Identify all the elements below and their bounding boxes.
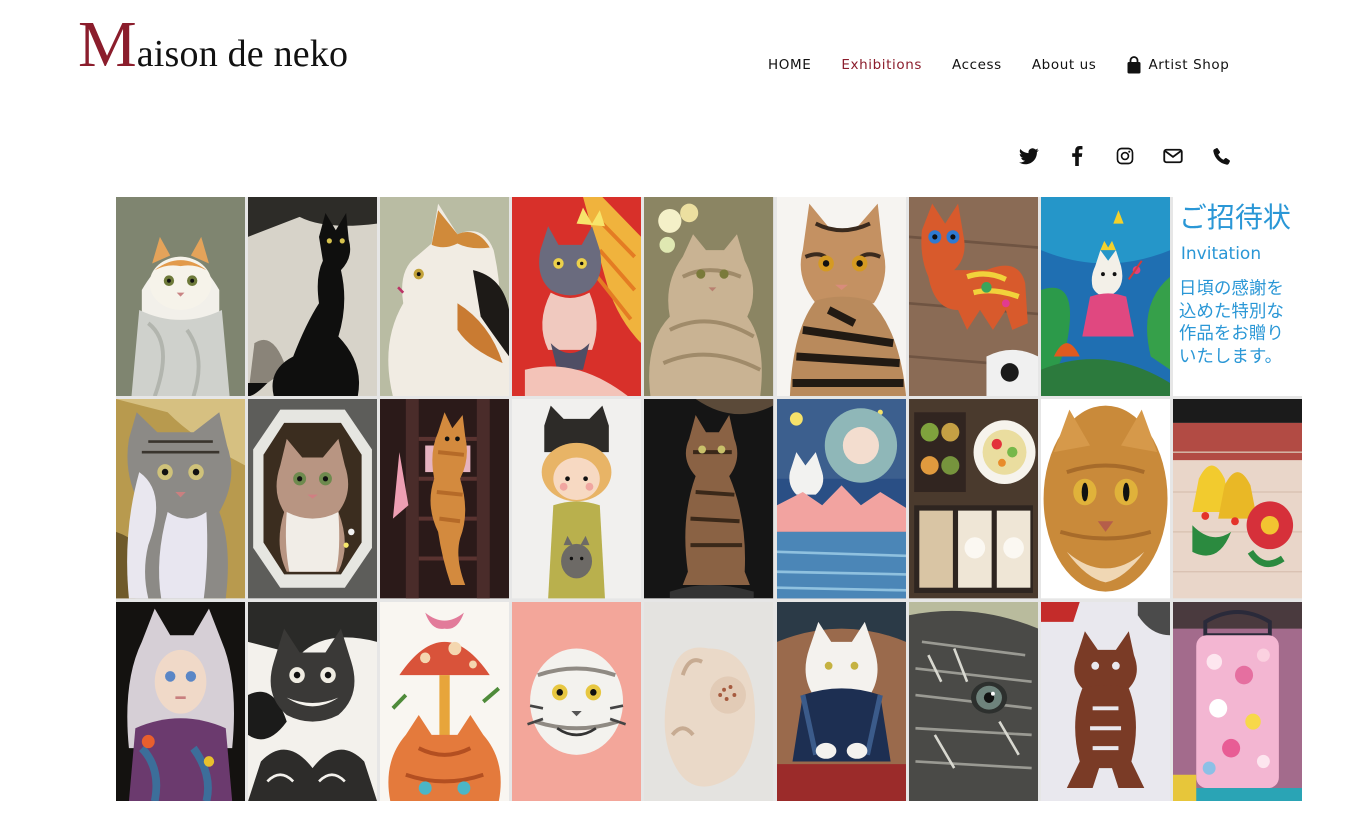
site-logo[interactable]: Maison de neko <box>78 12 348 78</box>
gallery-item-fluffy-cat[interactable] <box>644 197 774 397</box>
invitation-line: 込めた特別な <box>1178 301 1284 322</box>
logo-text: aison de neko <box>136 33 349 75</box>
calico-cat-image <box>380 197 510 397</box>
gallery-item-tabby-sculpture[interactable] <box>644 399 774 599</box>
gallery-item-clay-cat[interactable] <box>644 601 774 801</box>
gallery-item-white-cat-figurine[interactable] <box>776 601 906 801</box>
white-cat-figurine-image <box>776 601 906 801</box>
fluffy-cat-image <box>644 197 774 397</box>
nav-exhibitions[interactable]: Exhibitions <box>841 57 922 73</box>
winged-cat-image <box>512 197 642 397</box>
pallas-cat-image <box>512 601 642 801</box>
pencil-cat-image <box>908 601 1038 801</box>
shopping-bag-icon <box>1127 56 1141 74</box>
gallery-item-painted-stone[interactable] <box>1040 399 1170 599</box>
nav-about-us[interactable]: About us <box>1032 57 1097 73</box>
gallery-item-pencil-cat[interactable] <box>908 601 1038 801</box>
climbing-cat-image <box>380 399 510 599</box>
phone-icon[interactable] <box>1208 143 1234 169</box>
felt-cat-image <box>908 197 1038 397</box>
christmas-quilling-image <box>1172 399 1302 599</box>
doll-cat-ears-image <box>116 601 246 801</box>
cheshire-cat-image <box>248 601 378 801</box>
facebook-icon[interactable] <box>1064 143 1090 169</box>
social-links <box>1016 143 1234 169</box>
gallery-item-felt-cat[interactable] <box>908 197 1038 397</box>
invitation-title: ご招待状 <box>1178 201 1291 234</box>
gallery-item-doll-cat-ears[interactable] <box>116 601 246 801</box>
invitation-line: 日頃の感謝を <box>1178 278 1284 299</box>
invitation-line: いたします。 <box>1178 347 1283 368</box>
gallery-item-framed-cat[interactable] <box>248 399 378 599</box>
gallery-item-climbing-cat[interactable] <box>380 399 510 599</box>
tabby-on-gold-image <box>116 399 246 599</box>
black-cat-image <box>248 197 378 397</box>
owl-sweets-image <box>908 399 1038 599</box>
gallery-item-owl-sweets[interactable] <box>908 399 1038 599</box>
flower-lantern-image <box>1172 601 1302 801</box>
nav-home[interactable]: HOME <box>768 57 811 73</box>
tabby-sculpture-image <box>644 399 774 599</box>
gallery-item-winged-cat[interactable] <box>512 197 642 397</box>
gallery-item-cheshire-cat[interactable] <box>248 601 378 801</box>
nav-access[interactable]: Access <box>952 57 1002 73</box>
gallery-item-pallas-cat[interactable] <box>512 601 642 801</box>
gallery-item-doll-with-cat[interactable] <box>512 399 642 599</box>
gallery-item-tabby-portrait[interactable] <box>776 197 906 397</box>
doll-with-cat-image <box>512 399 642 599</box>
gallery-item-black-cat[interactable] <box>248 197 378 397</box>
invitation-card[interactable]: ご招待状 Invitation 日頃の感謝を 込めた特別な 作品をお贈り いたし… <box>1172 197 1302 397</box>
gallery-item-flower-lantern[interactable] <box>1172 601 1302 801</box>
framed-cat-image <box>248 399 378 599</box>
main-nav: HOME Exhibitions Access About us Artist … <box>768 56 1229 74</box>
nav-artist-shop[interactable]: Artist Shop <box>1126 56 1229 74</box>
gallery-item-cat-textile[interactable] <box>1040 601 1170 801</box>
invitation-line: 作品をお贈り <box>1178 324 1284 345</box>
artist-shop-label: Artist Shop <box>1148 57 1230 73</box>
logo-initial: M <box>78 8 137 81</box>
gallery-item-cat-in-scarf[interactable] <box>116 197 246 397</box>
gallery-item-batik-cat[interactable] <box>1040 197 1170 397</box>
instagram-icon[interactable] <box>1112 143 1138 169</box>
invitation-subtitle: Invitation <box>1180 243 1262 264</box>
tabby-portrait-image <box>776 197 906 397</box>
clay-cat-image <box>644 601 774 801</box>
girl-and-cat-image <box>776 399 906 599</box>
gallery-item-girl-and-cat[interactable] <box>776 399 906 599</box>
mail-icon[interactable] <box>1160 143 1186 169</box>
mushroom-cat-image <box>380 601 510 801</box>
invitation-message: 日頃の感謝を 込めた特別な 作品をお贈り いたします。 <box>1179 278 1298 369</box>
gallery-item-christmas-quilling[interactable] <box>1172 399 1302 599</box>
exhibition-gallery: ご招待状 Invitation 日頃の感謝を 込めた特別な 作品をお贈り いたし… <box>116 197 1302 801</box>
painted-stone-image <box>1040 399 1170 599</box>
gallery-item-calico-cat[interactable] <box>380 197 510 397</box>
gallery-item-mushroom-cat[interactable] <box>380 601 510 801</box>
gallery-item-tabby-on-gold[interactable] <box>116 399 246 599</box>
batik-cat-image <box>1040 197 1170 397</box>
cat-scarf-image <box>116 197 246 397</box>
twitter-icon[interactable] <box>1016 143 1042 169</box>
cat-textile-image <box>1040 601 1170 801</box>
